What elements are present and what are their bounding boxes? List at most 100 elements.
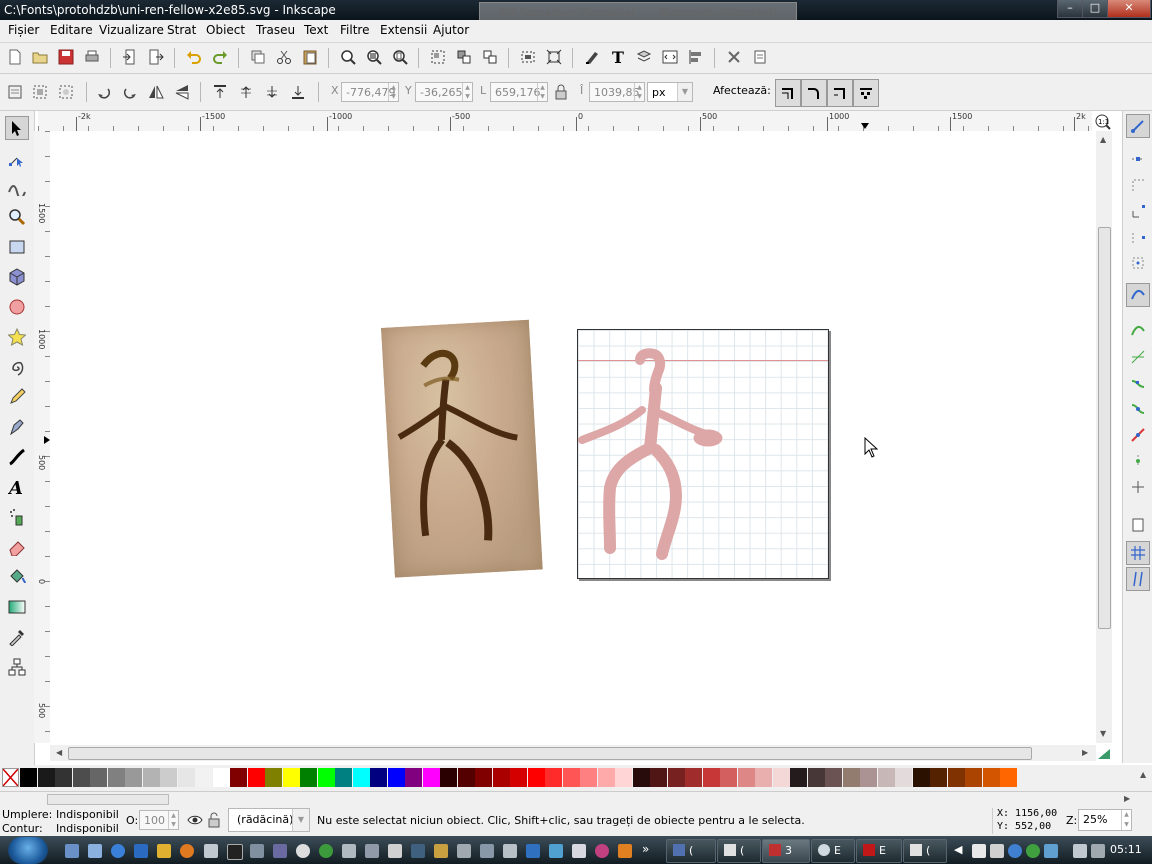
menu-extensions[interactable]: Extensii [380,23,427,37]
traced-figure-shape[interactable] [578,330,828,578]
select-all-icon[interactable] [5,82,25,102]
layer-select[interactable]: (rădăcină) ▼ [228,808,310,832]
color-swatch[interactable] [212,768,230,787]
color-swatch[interactable] [545,768,562,787]
deselect-icon[interactable] [56,82,76,102]
duplicate-icon[interactable] [248,47,268,67]
quicklaunch-app-icon[interactable] [526,844,540,858]
affect-patterns-icon[interactable] [853,79,879,107]
color-swatch[interactable] [370,768,387,787]
quicklaunch-app-icon[interactable] [134,844,148,858]
snap-bbox-centers-icon[interactable] [1128,253,1148,273]
menu-layer[interactable]: Strat [167,23,196,37]
color-swatch[interactable] [440,768,457,787]
chevron-down-icon[interactable]: ▼ [292,809,309,831]
quicklaunch-overflow-icon[interactable]: » [642,842,649,856]
quicklaunch-app-icon[interactable] [595,844,609,858]
color-swatch[interactable] [930,768,947,787]
flip-horizontal-icon[interactable] [146,82,166,102]
menu-object[interactable]: Obiect [206,23,245,37]
rectangle-tool-icon[interactable] [7,237,27,257]
horizontal-ruler[interactable]: -2k -1500 -1000 -500 0 500 1000 1500 2k [38,111,1092,132]
color-swatch[interactable] [807,768,825,787]
firefox-icon[interactable] [180,844,194,858]
quicklaunch-app-icon[interactable] [549,844,563,858]
ellipse-tool-icon[interactable] [7,297,27,317]
color-swatch[interactable] [947,768,965,787]
snap-grid-icon[interactable] [1126,541,1150,565]
color-swatch[interactable] [527,768,545,787]
zoom-page-icon[interactable] [390,47,410,67]
print-icon[interactable] [82,47,102,67]
y-input[interactable]: -36,265 ▲ ▼ [415,82,473,102]
snap-bbox-edges-icon[interactable] [1128,175,1148,195]
quicklaunch-app-icon[interactable] [388,844,402,858]
color-swatch[interactable] [632,768,650,787]
quicklaunch-app-icon[interactable] [411,844,425,858]
color-swatch[interactable] [72,768,90,787]
lower-icon[interactable] [262,82,282,102]
color-swatch[interactable] [790,768,807,787]
zoom-tool-icon[interactable] [7,207,27,227]
quicklaunch-app-icon[interactable] [503,844,517,858]
color-swatch[interactable] [737,768,755,787]
color-swatch[interactable] [230,768,247,787]
width-input[interactable]: 659,176 ▲ ▼ [490,82,548,102]
star-tool-icon[interactable] [7,327,27,347]
redo-icon[interactable] [210,47,230,67]
text-tool-icon[interactable]: A [7,477,27,497]
color-swatch[interactable] [387,768,405,787]
color-swatch[interactable] [90,768,107,787]
color-swatch[interactable] [650,768,667,787]
color-swatch[interactable] [125,768,142,787]
color-swatch[interactable] [965,768,982,787]
color-swatch[interactable] [195,768,212,787]
quicklaunch-app-icon[interactable] [250,844,264,858]
menu-help[interactable]: Ajutor [433,23,469,37]
quicklaunch-app-icon[interactable] [365,844,379,858]
color-swatch[interactable] [352,768,370,787]
select-all-layers-icon[interactable] [30,82,50,102]
no-paint-swatch[interactable] [2,768,19,787]
spin-arrows-icon[interactable]: ▲ ▼ [462,83,472,101]
menu-file[interactable]: Fișier [8,23,39,37]
affect-stroke-width-icon[interactable] [775,79,801,107]
connector-tool-icon[interactable] [7,657,27,677]
taskbar-button[interactable]: ( [717,839,761,863]
color-swatch[interactable] [510,768,527,787]
menu-view[interactable]: Vizualizare [99,23,164,37]
snap-guides-icon[interactable] [1126,567,1150,591]
color-swatch[interactable] [825,768,842,787]
color-swatch[interactable] [335,768,352,787]
opacity-input[interactable]: 100 ▲ ▼ [139,810,179,830]
color-swatch[interactable] [492,768,510,787]
document-properties-icon[interactable] [750,47,770,67]
pencil-tool-icon[interactable] [7,387,27,407]
rock-art-photo[interactable] [381,319,543,578]
xml-editor-icon[interactable] [660,47,680,67]
color-swatch[interactable] [405,768,422,787]
dropper-tool-icon[interactable] [7,627,27,647]
layers-icon[interactable] [634,47,654,67]
horizontal-scroll-thumb[interactable] [68,747,1032,760]
maximize-button[interactable]: □ [1082,0,1108,18]
affect-rounded-corners-icon[interactable] [801,79,827,107]
color-swatch[interactable] [597,768,615,787]
color-swatch[interactable] [685,768,702,787]
transform-icon[interactable] [544,47,564,67]
drawing-canvas[interactable] [50,131,1096,743]
start-orb-icon[interactable] [8,837,48,864]
color-swatch[interactable] [912,768,930,787]
export-icon[interactable] [146,47,166,67]
menu-edit[interactable]: Editare [50,23,93,37]
clone-icon[interactable] [480,47,500,67]
vertical-scrollbar[interactable]: ▲ ▼ [1096,131,1112,743]
canvas-corner-icon[interactable] [1096,747,1112,761]
palette-scroll-right-icon[interactable]: ▶ [1124,794,1130,803]
stroke-value[interactable]: Indisponibil [56,822,119,835]
color-swatch[interactable] [895,768,912,787]
taskbar-button[interactable]: ( [903,839,947,863]
color-swatch[interactable] [282,768,300,787]
cut-icon[interactable] [274,47,294,67]
tray-icon[interactable] [990,844,1004,858]
